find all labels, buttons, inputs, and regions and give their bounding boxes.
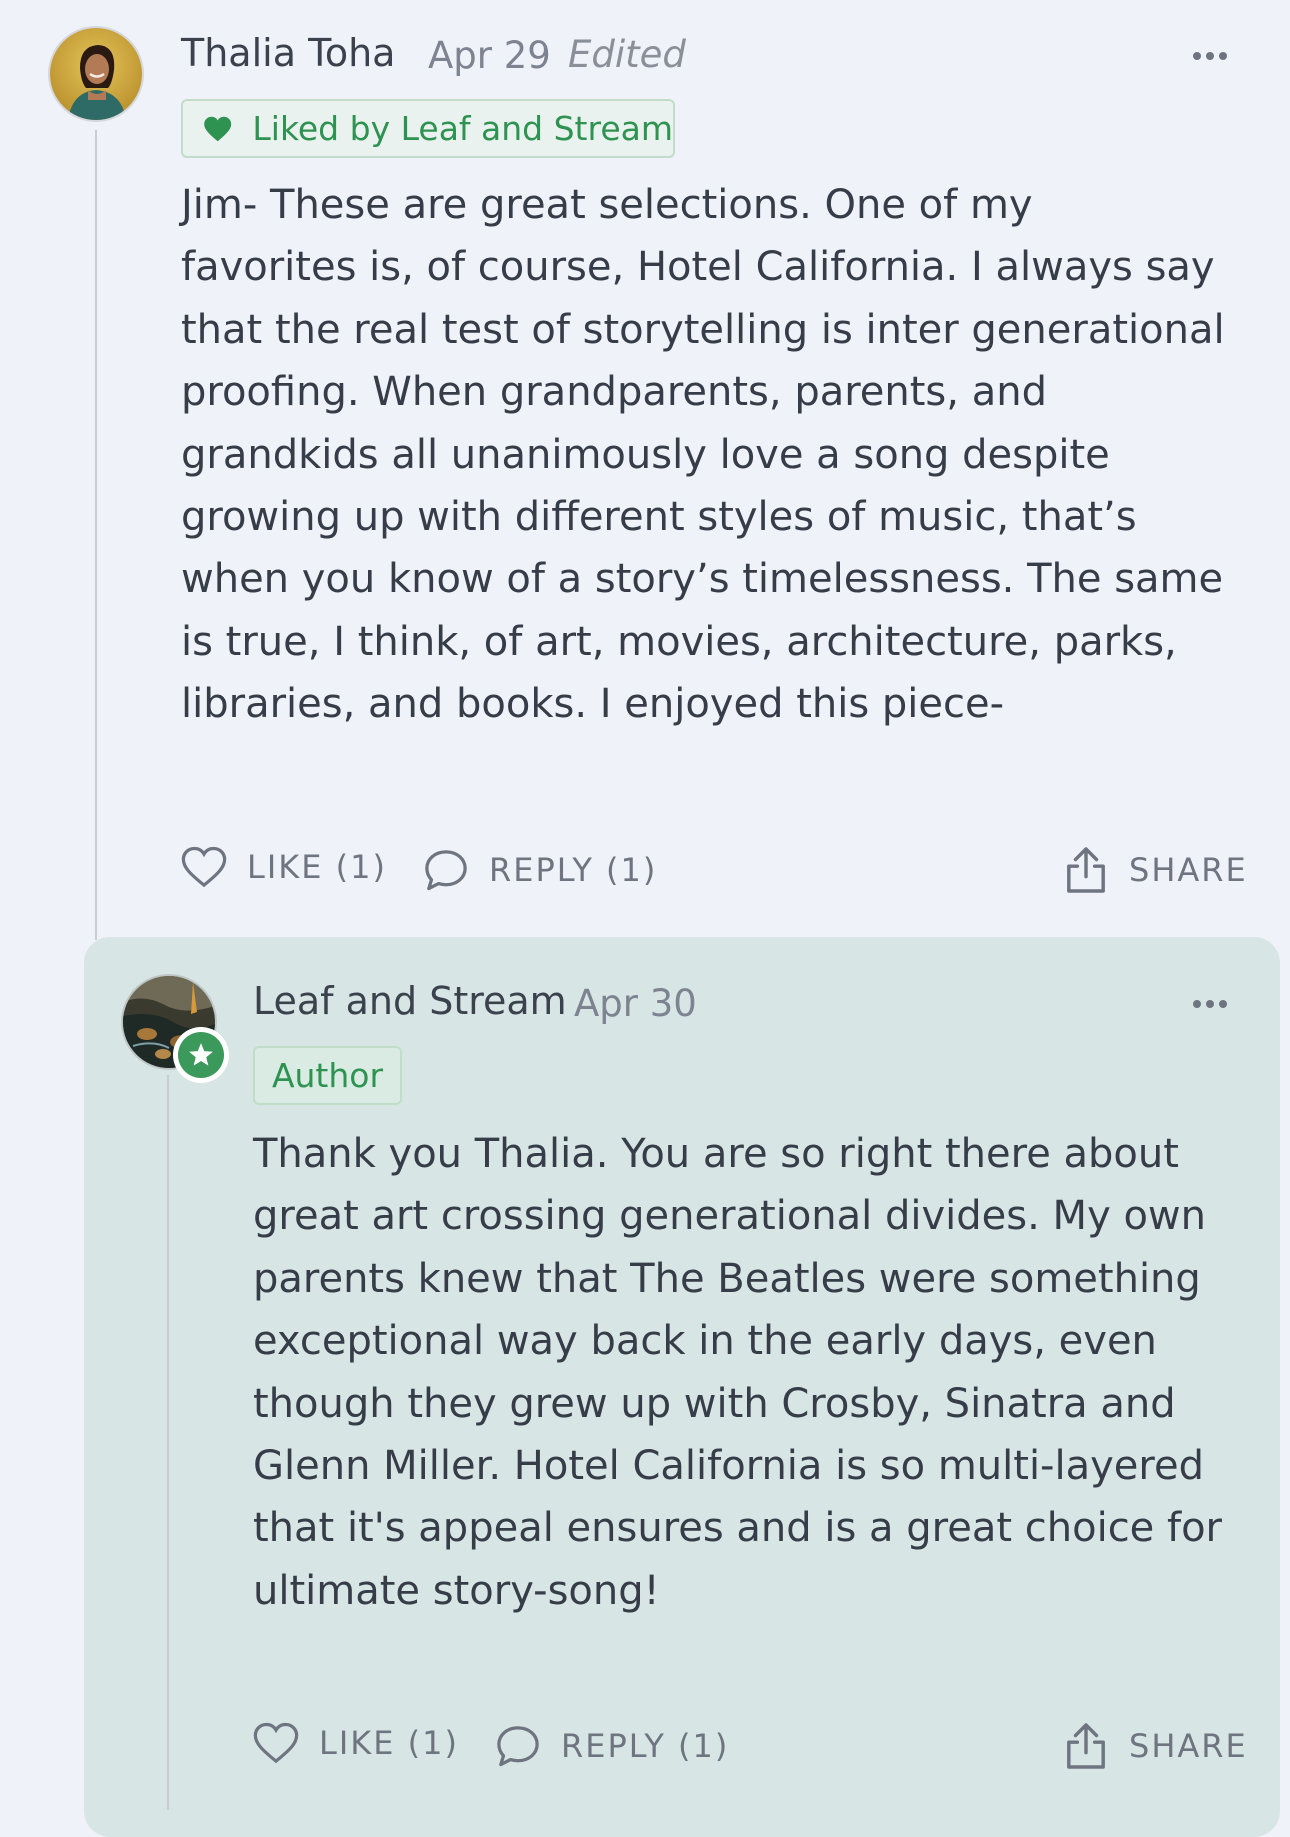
- share-button[interactable]: SHARE: [1065, 1722, 1248, 1770]
- star-badge-icon: [173, 1027, 229, 1083]
- liked-by-label: Liked by Leaf and Stream: [252, 109, 673, 148]
- reply-button[interactable]: REPLY (1): [423, 848, 657, 892]
- liked-by-badge: Liked by Leaf and Stream: [181, 99, 675, 158]
- body-line: when you know of a story’s timelessness.…: [181, 556, 1224, 603]
- body-line: that it's appeal ensures and is a great …: [253, 1505, 1223, 1552]
- body-line: Thank you Thalia. You are so right there…: [253, 1131, 1179, 1177]
- reply-label: REPLY (1): [489, 851, 658, 889]
- more-options-icon[interactable]: [1193, 1000, 1227, 1008]
- body-line: Jim- These are great selections. One of …: [181, 182, 1033, 228]
- like-button[interactable]: LIKE (1): [253, 1722, 459, 1764]
- reply-button[interactable]: REPLY (1): [495, 1724, 729, 1768]
- body-line: favorites is, of course, Hotel Californi…: [181, 244, 1215, 291]
- like-label: LIKE (1): [247, 848, 387, 886]
- author-name[interactable]: Thalia Toha: [181, 31, 395, 75]
- like-label: LIKE (1): [319, 1724, 459, 1762]
- body-line: grandkids all unanimously love a song de…: [181, 431, 1110, 478]
- body-line: proofing. When grandparents, parents, an…: [181, 369, 1047, 416]
- share-button[interactable]: SHARE: [1065, 846, 1248, 894]
- thread-line: [167, 1075, 169, 1810]
- body-line: Glenn Miller. Hotel California is so mul…: [253, 1442, 1204, 1489]
- body-line: libraries, and books. I enjoyed this pie…: [181, 681, 1005, 728]
- share-icon: [1067, 847, 1105, 893]
- comment-body: Jim- These are great selections. One of …: [181, 174, 1225, 736]
- avatar[interactable]: [48, 26, 144, 122]
- more-options-icon[interactable]: [1193, 52, 1227, 60]
- body-line: exceptional way back in the early days, …: [253, 1318, 1157, 1365]
- thread-line: [95, 130, 97, 940]
- body-line: parents knew that The Beatles were somet…: [253, 1255, 1201, 1302]
- body-line: though they grew up with Crosby, Sinatra…: [253, 1380, 1176, 1427]
- heart-icon: [253, 1722, 299, 1764]
- body-line: great art crossing generational divides.…: [253, 1193, 1206, 1240]
- body-line: ultimate story-song!: [253, 1567, 660, 1614]
- share-label: SHARE: [1129, 851, 1248, 889]
- share-icon: [1067, 1723, 1105, 1769]
- edited-label: Edited: [568, 33, 686, 76]
- reply-body: Thank you Thalia. You are so right there…: [253, 1123, 1222, 1622]
- body-line: is true, I think, of art, movies, archit…: [181, 618, 1177, 665]
- share-label: SHARE: [1129, 1727, 1248, 1765]
- speech-bubble-icon: [425, 850, 467, 891]
- heart-filled-icon: [204, 116, 232, 141]
- reply-date[interactable]: Apr 30: [574, 982, 697, 1025]
- author-name[interactable]: Leaf and Stream: [253, 979, 567, 1023]
- body-line: that the real test of storytelling is in…: [181, 306, 1225, 353]
- author-badge: Author: [253, 1046, 402, 1105]
- body-line: growing up with different styles of musi…: [181, 493, 1137, 540]
- like-button[interactable]: LIKE (1): [181, 846, 387, 888]
- reply-label: REPLY (1): [561, 1727, 730, 1765]
- speech-bubble-icon: [497, 1726, 539, 1767]
- author-badge-label: Author: [271, 1056, 384, 1095]
- comment-date[interactable]: Apr 29: [428, 34, 551, 77]
- heart-icon: [181, 846, 227, 888]
